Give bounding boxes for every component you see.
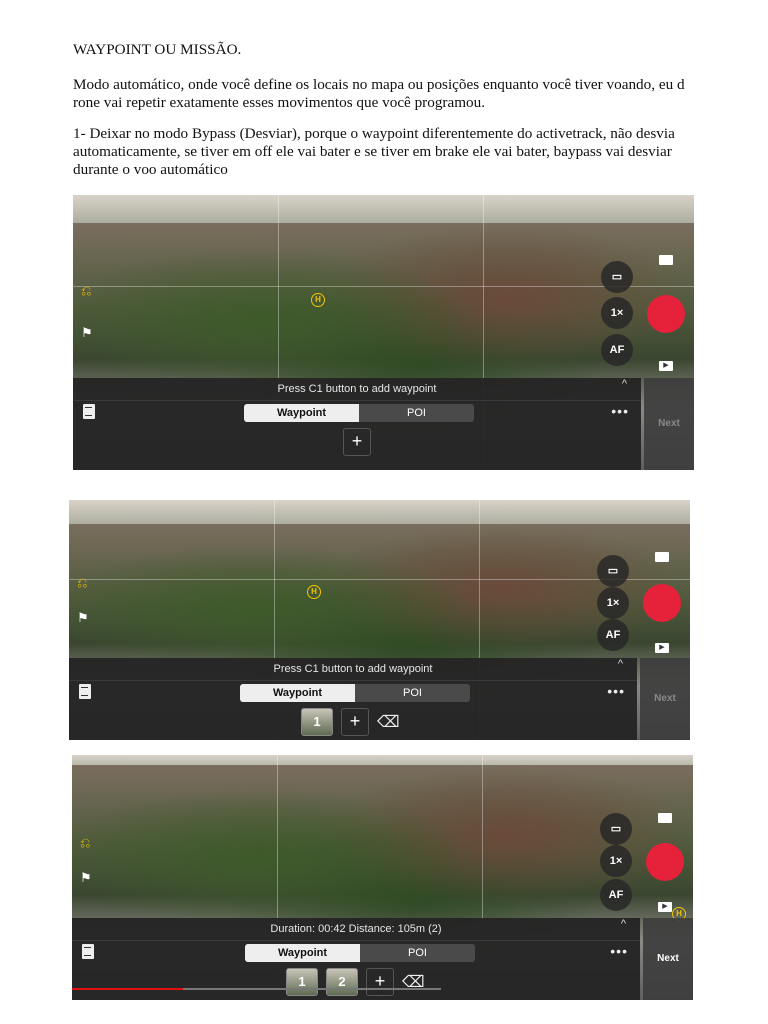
obstacle-icon[interactable]: ⚑ [81,325,93,341]
list-icon[interactable] [82,944,94,959]
home-point-icon: H [307,585,321,599]
drone-screenshot-2: ⎌ ⚑ H ▭ 1× AF ▶ Press C1 button to add w… [69,500,690,740]
waypoint-thumb[interactable]: 1 [286,968,318,996]
tab-waypoint[interactable]: Waypoint [240,684,355,702]
next-button[interactable]: Next [643,918,693,1000]
waypoint-panel: Press C1 button to add waypoint ^ Waypoi… [69,658,637,740]
playback-icon[interactable]: ▶ [655,643,669,653]
next-button[interactable]: Next [644,378,694,470]
document-title: WAYPOINT OU MISSÃO. [73,41,242,58]
panel-hint: Press C1 button to add waypoint [73,378,641,401]
home-point-icon: H [311,293,325,307]
lens-switch-icon[interactable]: ▭ [597,555,629,587]
tab-waypoint[interactable]: Waypoint [245,944,360,962]
record-button[interactable] [646,843,684,881]
delete-waypoint-icon[interactable]: ⌫ [377,712,400,732]
document-page: WAYPOINT OU MISSÃO. Modo automático, ond… [0,0,768,1024]
lens-switch-icon[interactable]: ▭ [600,813,632,845]
video-progress-bar[interactable] [72,988,442,990]
add-waypoint-button[interactable]: + [341,708,369,736]
zoom-button[interactable]: 1× [600,845,632,877]
more-icon[interactable]: ••• [611,403,629,419]
collapse-icon[interactable]: ^ [618,658,623,670]
flight-mode-icon[interactable]: ⎌ [81,283,91,299]
zoom-button[interactable]: 1× [601,297,633,329]
more-icon[interactable]: ••• [610,943,628,959]
flight-mode-icon[interactable]: ⎌ [80,835,90,851]
mission-summary: Duration: 00:42 Distance: 105m (2) [72,918,640,941]
tab-poi[interactable]: POI [359,404,474,422]
mode-toggle: Waypoint POI [244,404,474,422]
playback-icon[interactable]: ▶ [658,902,672,912]
waypoint-thumb[interactable]: 1 [301,708,333,736]
record-button[interactable] [643,584,681,622]
film-icon[interactable] [658,813,672,823]
waypoint-panel: Press C1 button to add waypoint ^ Waypoi… [73,378,641,470]
tab-poi[interactable]: POI [355,684,470,702]
obstacle-icon[interactable]: ⚑ [80,870,92,886]
playback-icon[interactable]: ▶ [659,361,673,371]
paragraph-intro: Modo automático, onde você define os loc… [73,76,685,111]
drone-screenshot-3: ⎌ ⚑ ▭ 1× AF ▶ H Duration: 00:42 Distance… [72,755,693,1000]
collapse-icon[interactable]: ^ [622,378,627,390]
af-button[interactable]: AF [597,619,629,651]
add-waypoint-button[interactable]: + [343,428,371,456]
drone-screenshot-1: ⎌ ⚑ H ▭ 1× AF ▶ Press C1 button to add w… [73,195,694,470]
obstacle-icon[interactable]: ⚑ [77,610,89,626]
add-waypoint-button[interactable]: + [366,968,394,996]
waypoint-panel: Duration: 00:42 Distance: 105m (2) ^ Way… [72,918,640,1000]
af-button[interactable]: AF [601,334,633,366]
film-icon[interactable] [659,255,673,265]
zoom-button[interactable]: 1× [597,587,629,619]
lens-switch-icon[interactable]: ▭ [601,261,633,293]
next-button[interactable]: Next [640,658,690,740]
waypoint-thumb[interactable]: 2 [326,968,358,996]
mode-toggle: Waypoint POI [240,684,470,702]
record-button[interactable] [647,295,685,333]
tab-waypoint[interactable]: Waypoint [244,404,359,422]
tab-poi[interactable]: POI [360,944,475,962]
more-icon[interactable]: ••• [607,683,625,699]
af-button[interactable]: AF [600,879,632,911]
flight-mode-icon[interactable]: ⎌ [77,575,87,591]
mode-toggle: Waypoint POI [245,944,475,962]
paragraph-bypass: 1- Deixar no modo Bypass (Desviar), porq… [73,125,675,178]
film-icon[interactable] [655,552,669,562]
collapse-icon[interactable]: ^ [621,918,626,930]
list-icon[interactable] [79,684,91,699]
list-icon[interactable] [83,404,95,419]
panel-hint: Press C1 button to add waypoint [69,658,637,681]
